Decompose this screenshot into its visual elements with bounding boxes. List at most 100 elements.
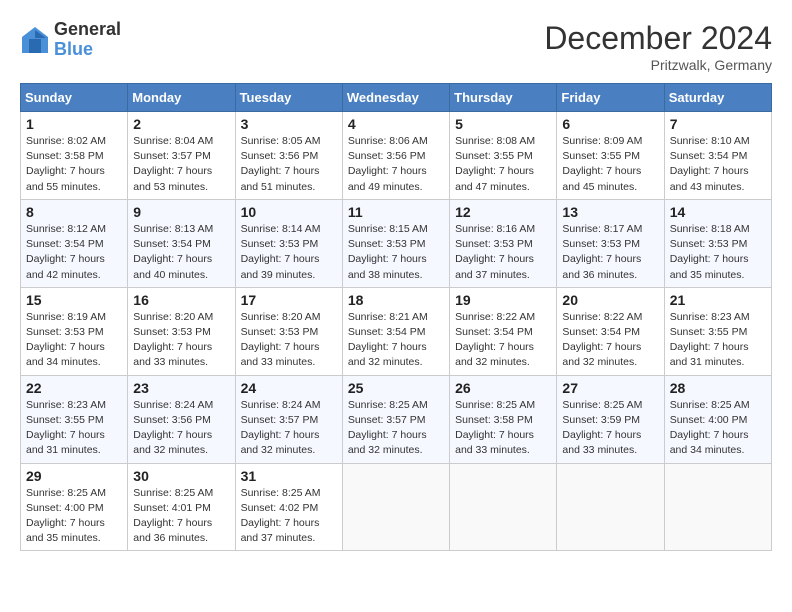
calendar-cell: 15 Sunrise: 8:19 AMSunset: 3:53 PMDaylig… (21, 287, 128, 375)
calendar-cell (450, 463, 557, 551)
day-number: 19 (455, 292, 551, 308)
day-number: 25 (348, 380, 444, 396)
calendar-week-row: 22 Sunrise: 8:23 AMSunset: 3:55 PMDaylig… (21, 375, 772, 463)
day-info: Sunrise: 8:08 AMSunset: 3:55 PMDaylight:… (455, 134, 551, 195)
weekday-header-saturday: Saturday (664, 84, 771, 112)
calendar-cell: 16 Sunrise: 8:20 AMSunset: 3:53 PMDaylig… (128, 287, 235, 375)
calendar-cell (664, 463, 771, 551)
day-info: Sunrise: 8:25 AMSunset: 4:02 PMDaylight:… (241, 486, 337, 547)
day-info: Sunrise: 8:16 AMSunset: 3:53 PMDaylight:… (455, 222, 551, 283)
calendar-cell: 22 Sunrise: 8:23 AMSunset: 3:55 PMDaylig… (21, 375, 128, 463)
calendar-cell: 9 Sunrise: 8:13 AMSunset: 3:54 PMDayligh… (128, 199, 235, 287)
day-number: 15 (26, 292, 122, 308)
day-info: Sunrise: 8:02 AMSunset: 3:58 PMDaylight:… (26, 134, 122, 195)
day-info: Sunrise: 8:21 AMSunset: 3:54 PMDaylight:… (348, 310, 444, 371)
weekday-header-monday: Monday (128, 84, 235, 112)
calendar-cell: 27 Sunrise: 8:25 AMSunset: 3:59 PMDaylig… (557, 375, 664, 463)
day-info: Sunrise: 8:17 AMSunset: 3:53 PMDaylight:… (562, 222, 658, 283)
day-info: Sunrise: 8:23 AMSunset: 3:55 PMDaylight:… (670, 310, 766, 371)
day-info: Sunrise: 8:10 AMSunset: 3:54 PMDaylight:… (670, 134, 766, 195)
day-number: 20 (562, 292, 658, 308)
day-info: Sunrise: 8:22 AMSunset: 3:54 PMDaylight:… (455, 310, 551, 371)
day-info: Sunrise: 8:20 AMSunset: 3:53 PMDaylight:… (241, 310, 337, 371)
calendar-cell: 7 Sunrise: 8:10 AMSunset: 3:54 PMDayligh… (664, 112, 771, 200)
day-info: Sunrise: 8:25 AMSunset: 3:57 PMDaylight:… (348, 398, 444, 459)
calendar-cell: 19 Sunrise: 8:22 AMSunset: 3:54 PMDaylig… (450, 287, 557, 375)
calendar-cell: 5 Sunrise: 8:08 AMSunset: 3:55 PMDayligh… (450, 112, 557, 200)
day-number: 11 (348, 204, 444, 220)
calendar-cell: 12 Sunrise: 8:16 AMSunset: 3:53 PMDaylig… (450, 199, 557, 287)
day-number: 17 (241, 292, 337, 308)
day-number: 26 (455, 380, 551, 396)
weekday-header-wednesday: Wednesday (342, 84, 449, 112)
day-number: 3 (241, 116, 337, 132)
day-info: Sunrise: 8:15 AMSunset: 3:53 PMDaylight:… (348, 222, 444, 283)
calendar-cell: 24 Sunrise: 8:24 AMSunset: 3:57 PMDaylig… (235, 375, 342, 463)
weekday-header-tuesday: Tuesday (235, 84, 342, 112)
day-number: 7 (670, 116, 766, 132)
day-info: Sunrise: 8:24 AMSunset: 3:56 PMDaylight:… (133, 398, 229, 459)
day-info: Sunrise: 8:23 AMSunset: 3:55 PMDaylight:… (26, 398, 122, 459)
day-number: 16 (133, 292, 229, 308)
day-number: 10 (241, 204, 337, 220)
calendar-cell: 30 Sunrise: 8:25 AMSunset: 4:01 PMDaylig… (128, 463, 235, 551)
day-info: Sunrise: 8:14 AMSunset: 3:53 PMDaylight:… (241, 222, 337, 283)
day-number: 22 (26, 380, 122, 396)
day-number: 2 (133, 116, 229, 132)
calendar-cell: 11 Sunrise: 8:15 AMSunset: 3:53 PMDaylig… (342, 199, 449, 287)
weekday-header-sunday: Sunday (21, 84, 128, 112)
day-info: Sunrise: 8:09 AMSunset: 3:55 PMDaylight:… (562, 134, 658, 195)
day-number: 30 (133, 468, 229, 484)
day-info: Sunrise: 8:19 AMSunset: 3:53 PMDaylight:… (26, 310, 122, 371)
calendar-cell: 28 Sunrise: 8:25 AMSunset: 4:00 PMDaylig… (664, 375, 771, 463)
day-info: Sunrise: 8:24 AMSunset: 3:57 PMDaylight:… (241, 398, 337, 459)
day-number: 6 (562, 116, 658, 132)
day-number: 8 (26, 204, 122, 220)
logo-general-text: General (54, 20, 121, 40)
logo: General Blue (20, 20, 121, 60)
day-info: Sunrise: 8:06 AMSunset: 3:56 PMDaylight:… (348, 134, 444, 195)
calendar-week-row: 1 Sunrise: 8:02 AMSunset: 3:58 PMDayligh… (21, 112, 772, 200)
day-number: 13 (562, 204, 658, 220)
calendar-cell: 3 Sunrise: 8:05 AMSunset: 3:56 PMDayligh… (235, 112, 342, 200)
calendar-cell (342, 463, 449, 551)
calendar-cell: 23 Sunrise: 8:24 AMSunset: 3:56 PMDaylig… (128, 375, 235, 463)
day-number: 24 (241, 380, 337, 396)
calendar-week-row: 15 Sunrise: 8:19 AMSunset: 3:53 PMDaylig… (21, 287, 772, 375)
day-info: Sunrise: 8:12 AMSunset: 3:54 PMDaylight:… (26, 222, 122, 283)
calendar-cell: 26 Sunrise: 8:25 AMSunset: 3:58 PMDaylig… (450, 375, 557, 463)
day-info: Sunrise: 8:25 AMSunset: 4:00 PMDaylight:… (26, 486, 122, 547)
location-subtitle: Pritzwalk, Germany (544, 57, 772, 73)
day-number: 14 (670, 204, 766, 220)
day-number: 4 (348, 116, 444, 132)
day-number: 9 (133, 204, 229, 220)
calendar-cell: 4 Sunrise: 8:06 AMSunset: 3:56 PMDayligh… (342, 112, 449, 200)
day-number: 23 (133, 380, 229, 396)
day-number: 1 (26, 116, 122, 132)
logo-blue-text: Blue (54, 40, 121, 60)
calendar-cell: 21 Sunrise: 8:23 AMSunset: 3:55 PMDaylig… (664, 287, 771, 375)
day-info: Sunrise: 8:05 AMSunset: 3:56 PMDaylight:… (241, 134, 337, 195)
calendar-cell: 8 Sunrise: 8:12 AMSunset: 3:54 PMDayligh… (21, 199, 128, 287)
calendar-cell: 10 Sunrise: 8:14 AMSunset: 3:53 PMDaylig… (235, 199, 342, 287)
page-header: General Blue December 2024 Pritzwalk, Ge… (20, 20, 772, 73)
calendar-cell: 14 Sunrise: 8:18 AMSunset: 3:53 PMDaylig… (664, 199, 771, 287)
day-info: Sunrise: 8:25 AMSunset: 4:01 PMDaylight:… (133, 486, 229, 547)
logo-icon (20, 25, 50, 55)
calendar-table: SundayMondayTuesdayWednesdayThursdayFrid… (20, 83, 772, 551)
day-number: 27 (562, 380, 658, 396)
logo-text: General Blue (54, 20, 121, 60)
calendar-cell: 1 Sunrise: 8:02 AMSunset: 3:58 PMDayligh… (21, 112, 128, 200)
day-info: Sunrise: 8:20 AMSunset: 3:53 PMDaylight:… (133, 310, 229, 371)
month-title: December 2024 (544, 20, 772, 57)
day-number: 21 (670, 292, 766, 308)
day-info: Sunrise: 8:04 AMSunset: 3:57 PMDaylight:… (133, 134, 229, 195)
calendar-cell (557, 463, 664, 551)
day-number: 29 (26, 468, 122, 484)
day-number: 31 (241, 468, 337, 484)
weekday-header-row: SundayMondayTuesdayWednesdayThursdayFrid… (21, 84, 772, 112)
calendar-cell: 17 Sunrise: 8:20 AMSunset: 3:53 PMDaylig… (235, 287, 342, 375)
weekday-header-thursday: Thursday (450, 84, 557, 112)
day-number: 18 (348, 292, 444, 308)
day-info: Sunrise: 8:13 AMSunset: 3:54 PMDaylight:… (133, 222, 229, 283)
